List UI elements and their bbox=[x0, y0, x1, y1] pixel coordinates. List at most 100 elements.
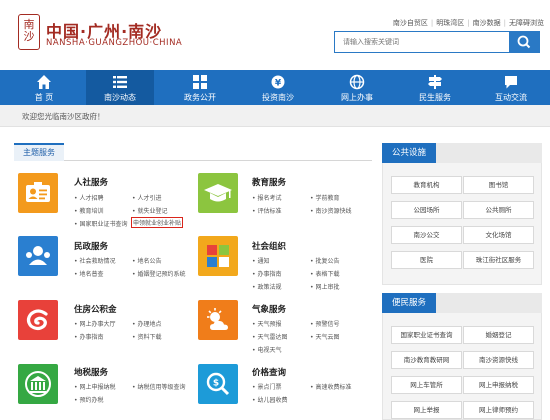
service-link[interactable]: • 社会救助情况 bbox=[74, 256, 115, 265]
facility-button[interactable]: 文化场馆 bbox=[463, 226, 534, 244]
top-link-pearl-bay[interactable]: 明珠湾区 bbox=[436, 19, 464, 27]
nav-online-service[interactable]: 网上办事 bbox=[322, 70, 392, 105]
search-button[interactable] bbox=[509, 32, 539, 52]
service-link[interactable]: • 纳税信用等级查询 bbox=[132, 382, 185, 391]
service-link[interactable]: • 就失业登记 bbox=[132, 206, 167, 215]
nav-home[interactable]: 首 页 bbox=[10, 70, 78, 105]
convenience-button[interactable]: 国家职业证书查询 bbox=[391, 326, 462, 344]
nav-label: 南沙动态 bbox=[104, 93, 136, 102]
service-link[interactable]: • 高速收费标准 bbox=[310, 382, 351, 391]
service-title[interactable]: 民政服务 bbox=[74, 240, 108, 252]
chat-icon bbox=[505, 76, 517, 89]
top-links: 南沙自贸区 | 明珠湾区 | 南沙数据 | 无障碍浏览 bbox=[392, 19, 544, 27]
civil-affairs-service-tile[interactable] bbox=[18, 236, 58, 276]
service-title[interactable]: 气象服务 bbox=[252, 303, 286, 315]
logo-emblem[interactable]: 南沙 bbox=[18, 14, 40, 50]
service-link[interactable]: • 预约办税 bbox=[74, 395, 103, 404]
facility-button[interactable]: 医院 bbox=[391, 251, 462, 269]
service-link[interactable]: • 地名普查 bbox=[74, 269, 103, 278]
convenience-button[interactable]: 网上车管所 bbox=[391, 376, 462, 394]
search-input[interactable] bbox=[335, 32, 509, 52]
service-link[interactable]: • 表格下载 bbox=[310, 269, 339, 278]
search-box bbox=[334, 31, 540, 53]
service-link[interactable]: • 办理地点 bbox=[132, 319, 161, 328]
nav-nansha-news[interactable]: 南沙动态 bbox=[86, 70, 154, 105]
service-link[interactable]: • 办事指南 bbox=[252, 269, 281, 278]
weather-service-tile[interactable] bbox=[198, 300, 238, 340]
welcome-text: 欢迎您光临南沙区政府！ bbox=[22, 112, 105, 121]
convenience-button[interactable]: 网上律师预约 bbox=[463, 401, 534, 419]
top-link-accessibility[interactable]: 无障碍浏览 bbox=[509, 19, 544, 27]
service-link[interactable]: • 幼儿园收费 bbox=[252, 395, 287, 404]
list-icon bbox=[113, 76, 127, 88]
service-link[interactable]: • 国家职业证书查询 bbox=[74, 219, 127, 228]
nav-interaction[interactable]: 互动交流 bbox=[478, 70, 544, 105]
service-link[interactable]: • 政策法规 bbox=[252, 282, 281, 291]
nav-invest[interactable]: ¥ 投资南沙 bbox=[243, 70, 313, 105]
home-icon bbox=[37, 75, 51, 89]
swirl-icon bbox=[26, 309, 48, 331]
service-link[interactable]: • 地名公告 bbox=[132, 256, 161, 265]
people-icon bbox=[26, 246, 50, 265]
convenience-button[interactable]: 网上举报 bbox=[391, 401, 462, 419]
service-title[interactable]: 社会组织 bbox=[252, 240, 286, 252]
panel-title: 便民服务 bbox=[382, 293, 437, 313]
nav-label: 首 页 bbox=[34, 93, 54, 102]
service-link[interactable]: • 婚姻登记预约系统 bbox=[132, 269, 185, 278]
site-subtitle: NANSHA·GUANGZHOU·CHINA bbox=[46, 38, 183, 48]
convenience-button[interactable]: 南沙资源快线 bbox=[463, 351, 534, 369]
service-title[interactable]: 教育服务 bbox=[252, 176, 286, 188]
facility-button[interactable]: 公园场所 bbox=[391, 201, 462, 219]
service-title[interactable]: 地税服务 bbox=[74, 366, 108, 378]
service-link[interactable]: • 批复公告 bbox=[310, 256, 339, 265]
facility-button[interactable]: 南沙公交 bbox=[391, 226, 462, 244]
globe-icon bbox=[349, 74, 365, 90]
service-link[interactable]: • 评估标准 bbox=[252, 206, 281, 215]
service-link[interactable]: • 人才招聘 bbox=[74, 193, 103, 202]
grid-icon bbox=[193, 75, 207, 89]
social-org-service-tile[interactable] bbox=[198, 236, 238, 276]
facility-button[interactable]: 教育机构 bbox=[391, 176, 462, 194]
service-link[interactable]: • 网上审批 bbox=[310, 282, 339, 291]
service-link[interactable]: • 报名考试 bbox=[252, 193, 281, 202]
service-link[interactable]: • 电视天气 bbox=[252, 345, 281, 354]
nav-label: 政务公开 bbox=[184, 93, 216, 102]
top-link-ftz[interactable]: 南沙自贸区 bbox=[393, 19, 428, 27]
service-title[interactable]: 住房公积金 bbox=[74, 303, 117, 315]
convenience-button[interactable]: 网上申报纳税 bbox=[463, 376, 534, 394]
facility-button[interactable]: 珠江街社区服务 bbox=[463, 251, 534, 269]
service-link[interactable]: • 办事指南 bbox=[74, 332, 103, 341]
service-link[interactable]: • 天气雷达图 bbox=[252, 332, 287, 341]
service-title[interactable]: 人社服务 bbox=[74, 176, 108, 188]
service-link[interactable]: • 学前教育 bbox=[310, 193, 339, 202]
facility-button[interactable]: 公共厕所 bbox=[463, 201, 534, 219]
education-service-tile[interactable] bbox=[198, 173, 238, 213]
tax-service-tile[interactable] bbox=[18, 364, 58, 404]
convenience-button[interactable]: 婚姻登记 bbox=[463, 326, 534, 344]
tax-building-icon bbox=[25, 371, 51, 397]
service-link[interactable]: • 通知 bbox=[252, 256, 269, 265]
graduation-cap-icon bbox=[204, 184, 232, 202]
service-title[interactable]: 价格查询 bbox=[252, 366, 286, 378]
nav-livelihood[interactable]: 民生服务 bbox=[400, 70, 470, 105]
facility-button[interactable]: 图书馆 bbox=[463, 176, 534, 194]
service-link-highlighted[interactable]: 申领就业创业补贴 bbox=[131, 217, 184, 228]
hr-service-tile[interactable] bbox=[18, 173, 58, 213]
top-link-data[interactable]: 南沙数据 bbox=[473, 19, 501, 27]
service-link[interactable]: • 景点门票 bbox=[252, 382, 281, 391]
service-link[interactable]: • 南沙资源快线 bbox=[310, 206, 351, 215]
main-nav: 首 页 南沙动态 政务公开 ¥ 投资南沙 网上办事 民生服务 互动交流 bbox=[0, 70, 550, 105]
convenience-button[interactable]: 南沙教育教研网 bbox=[391, 351, 462, 369]
service-link[interactable]: • 天气云图 bbox=[310, 332, 339, 341]
service-link[interactable]: • 网上申报纳税 bbox=[74, 382, 115, 391]
service-link[interactable]: • 预警信号 bbox=[310, 319, 339, 328]
housing-fund-service-tile[interactable] bbox=[18, 300, 58, 340]
service-link[interactable]: • 人才引进 bbox=[132, 193, 161, 202]
nav-gov-affairs[interactable]: 政务公开 bbox=[165, 70, 235, 105]
service-link[interactable]: • 教育培训 bbox=[74, 206, 103, 215]
service-link[interactable]: • 网上办事大厅 bbox=[74, 319, 115, 328]
price-query-service-tile[interactable]: $ bbox=[198, 364, 238, 404]
service-link[interactable]: • 天气预报 bbox=[252, 319, 281, 328]
section-title: 主题服务 bbox=[14, 143, 64, 161]
service-link[interactable]: • 资料下载 bbox=[132, 332, 161, 341]
